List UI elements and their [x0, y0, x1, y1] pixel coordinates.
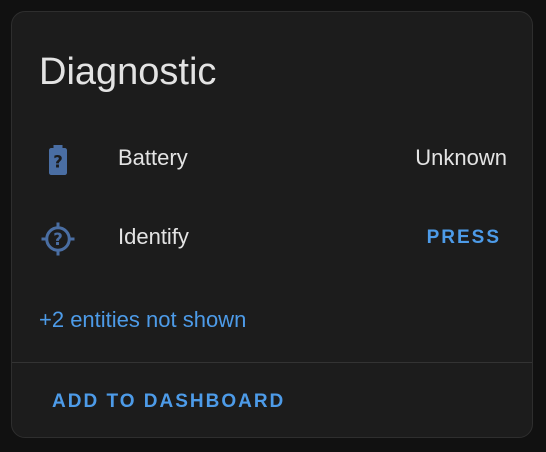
battery-unknown-icon: ? [40, 142, 76, 178]
press-button[interactable]: PRESS [427, 227, 501, 249]
diagnostic-card: Diagnostic ? Battery Unknown ? Identify … [11, 11, 533, 438]
card-title: Diagnostic [39, 51, 217, 93]
hidden-entities-link[interactable]: +2 entities not shown [39, 308, 246, 332]
svg-text:?: ? [53, 230, 63, 249]
entity-row-identify[interactable]: ? Identify PRESS [12, 209, 532, 265]
entity-row-battery[interactable]: ? Battery Unknown [12, 130, 532, 186]
card-divider [12, 362, 532, 363]
entity-name: Battery [118, 145, 188, 170]
crosshairs-question-icon: ? [40, 221, 76, 257]
svg-text:?: ? [53, 153, 63, 172]
entity-state: Unknown [415, 145, 507, 170]
add-to-dashboard-button[interactable]: ADD TO DASHBOARD [52, 391, 285, 413]
entity-name: Identify [118, 224, 189, 249]
